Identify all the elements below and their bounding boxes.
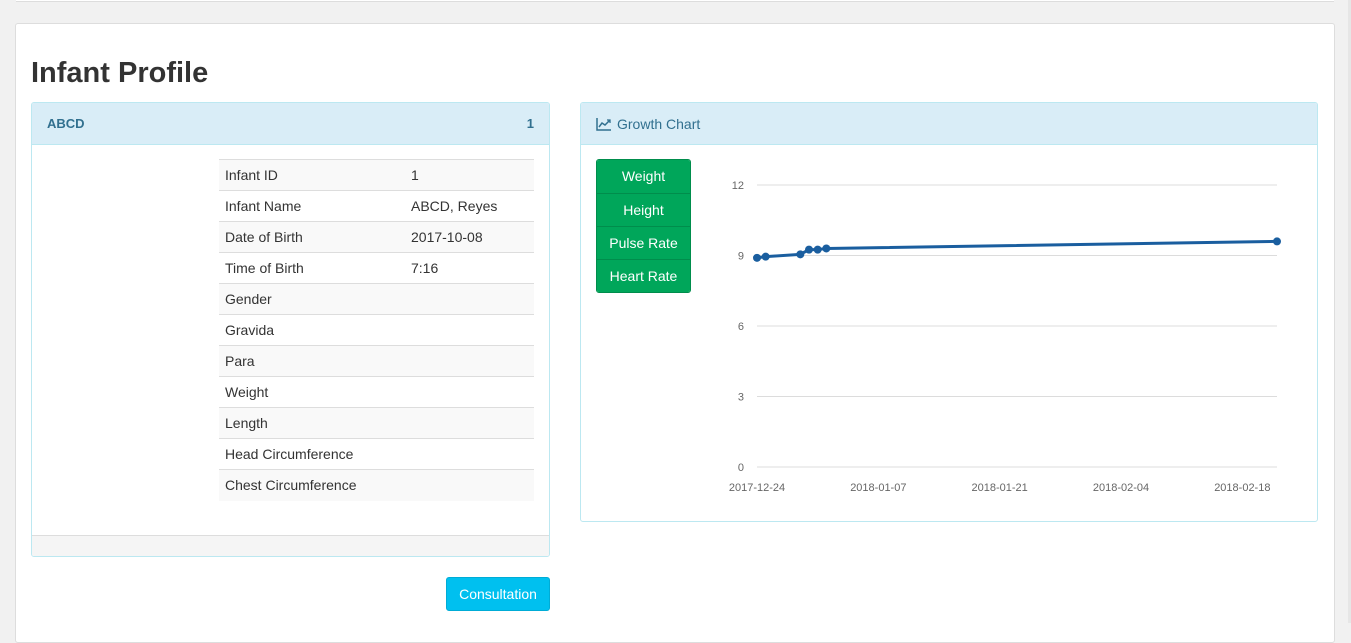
data-point (1273, 237, 1281, 246)
row-value (405, 345, 534, 377)
x-tick-label: 2017-12-24 (729, 482, 785, 494)
row-value: 2017-10-08 (405, 221, 534, 253)
data-point (761, 252, 770, 261)
infant-name-heading: ABCD (47, 116, 85, 131)
row-label: Weight (219, 376, 405, 408)
profile-panel-footer (32, 535, 549, 556)
table-row: Gender (219, 283, 534, 315)
y-tick-label: 9 (738, 251, 744, 263)
y-tick-label: 0 (738, 462, 744, 474)
row-value (405, 407, 534, 439)
growth-chart-panel: Growth Chart Weight Height Pulse Rate He… (580, 102, 1318, 522)
row-value: 1 (405, 159, 534, 191)
page-title: Infant Profile (31, 57, 209, 89)
data-point (805, 245, 813, 254)
row-value (405, 376, 534, 408)
row-label: Gender (219, 283, 405, 315)
row-value (405, 314, 534, 346)
row-label: Infant Name (219, 190, 405, 222)
profile-panel: ABCD 1 Infant ID 1 Infant Name ABCD, Reyes D… (31, 102, 550, 557)
row-value: ABCD, Reyes (405, 190, 534, 222)
row-label: Para (219, 345, 405, 377)
table-row: Infant ID 1 (219, 159, 534, 191)
table-row: Date of Birth 2017-10-08 (219, 221, 534, 253)
y-tick-label: 12 (732, 180, 744, 192)
x-tick-label: 2018-01-07 (850, 482, 906, 494)
row-label: Time of Birth (219, 252, 405, 284)
row-label: Date of Birth (219, 221, 405, 253)
table-row: Time of Birth 7:16 (219, 252, 534, 284)
y-tick-label: 6 (738, 321, 744, 333)
data-point (822, 244, 831, 253)
infant-info-table: Infant ID 1 Infant Name ABCD, Reyes Date of … (219, 159, 534, 501)
table-row: Weight (219, 376, 534, 408)
profile-panel-heading: ABCD 1 (32, 103, 549, 145)
row-label: Gravida (219, 314, 405, 346)
row-value (405, 283, 534, 315)
x-tick-label: 2018-02-18 (1214, 482, 1270, 494)
table-row: Length (219, 407, 534, 439)
row-value (405, 469, 534, 501)
table-row: Gravida (219, 314, 534, 346)
table-row: Head Circumference (219, 438, 534, 470)
table-row: Infant Name ABCD, Reyes (219, 190, 534, 222)
row-value (405, 438, 534, 470)
row-label: Infant ID (219, 159, 405, 191)
consultation-button[interactable]: Consultation (446, 577, 550, 611)
x-tick-label: 2018-02-04 (1093, 482, 1149, 494)
row-label: Head Circumference (219, 438, 405, 470)
row-label: Chest Circumference (219, 469, 405, 501)
growth-line-chart: 0 3 6 9 12 2017-12-24 2018-01-07 2018-01-21 2018… (729, 180, 1281, 494)
top-navbar-strip (16, 0, 1334, 2)
row-value: 7:16 (405, 252, 534, 284)
table-row: Chest Circumference (219, 469, 534, 501)
data-point (813, 245, 822, 254)
table-row: Para (219, 345, 534, 377)
row-label: Length (219, 407, 405, 439)
data-point (753, 253, 761, 262)
x-tick-label: 2018-01-21 (972, 482, 1028, 494)
y-tick-label: 3 (738, 392, 744, 404)
infant-id-badge: 1 (526, 116, 534, 131)
data-point (796, 250, 805, 259)
